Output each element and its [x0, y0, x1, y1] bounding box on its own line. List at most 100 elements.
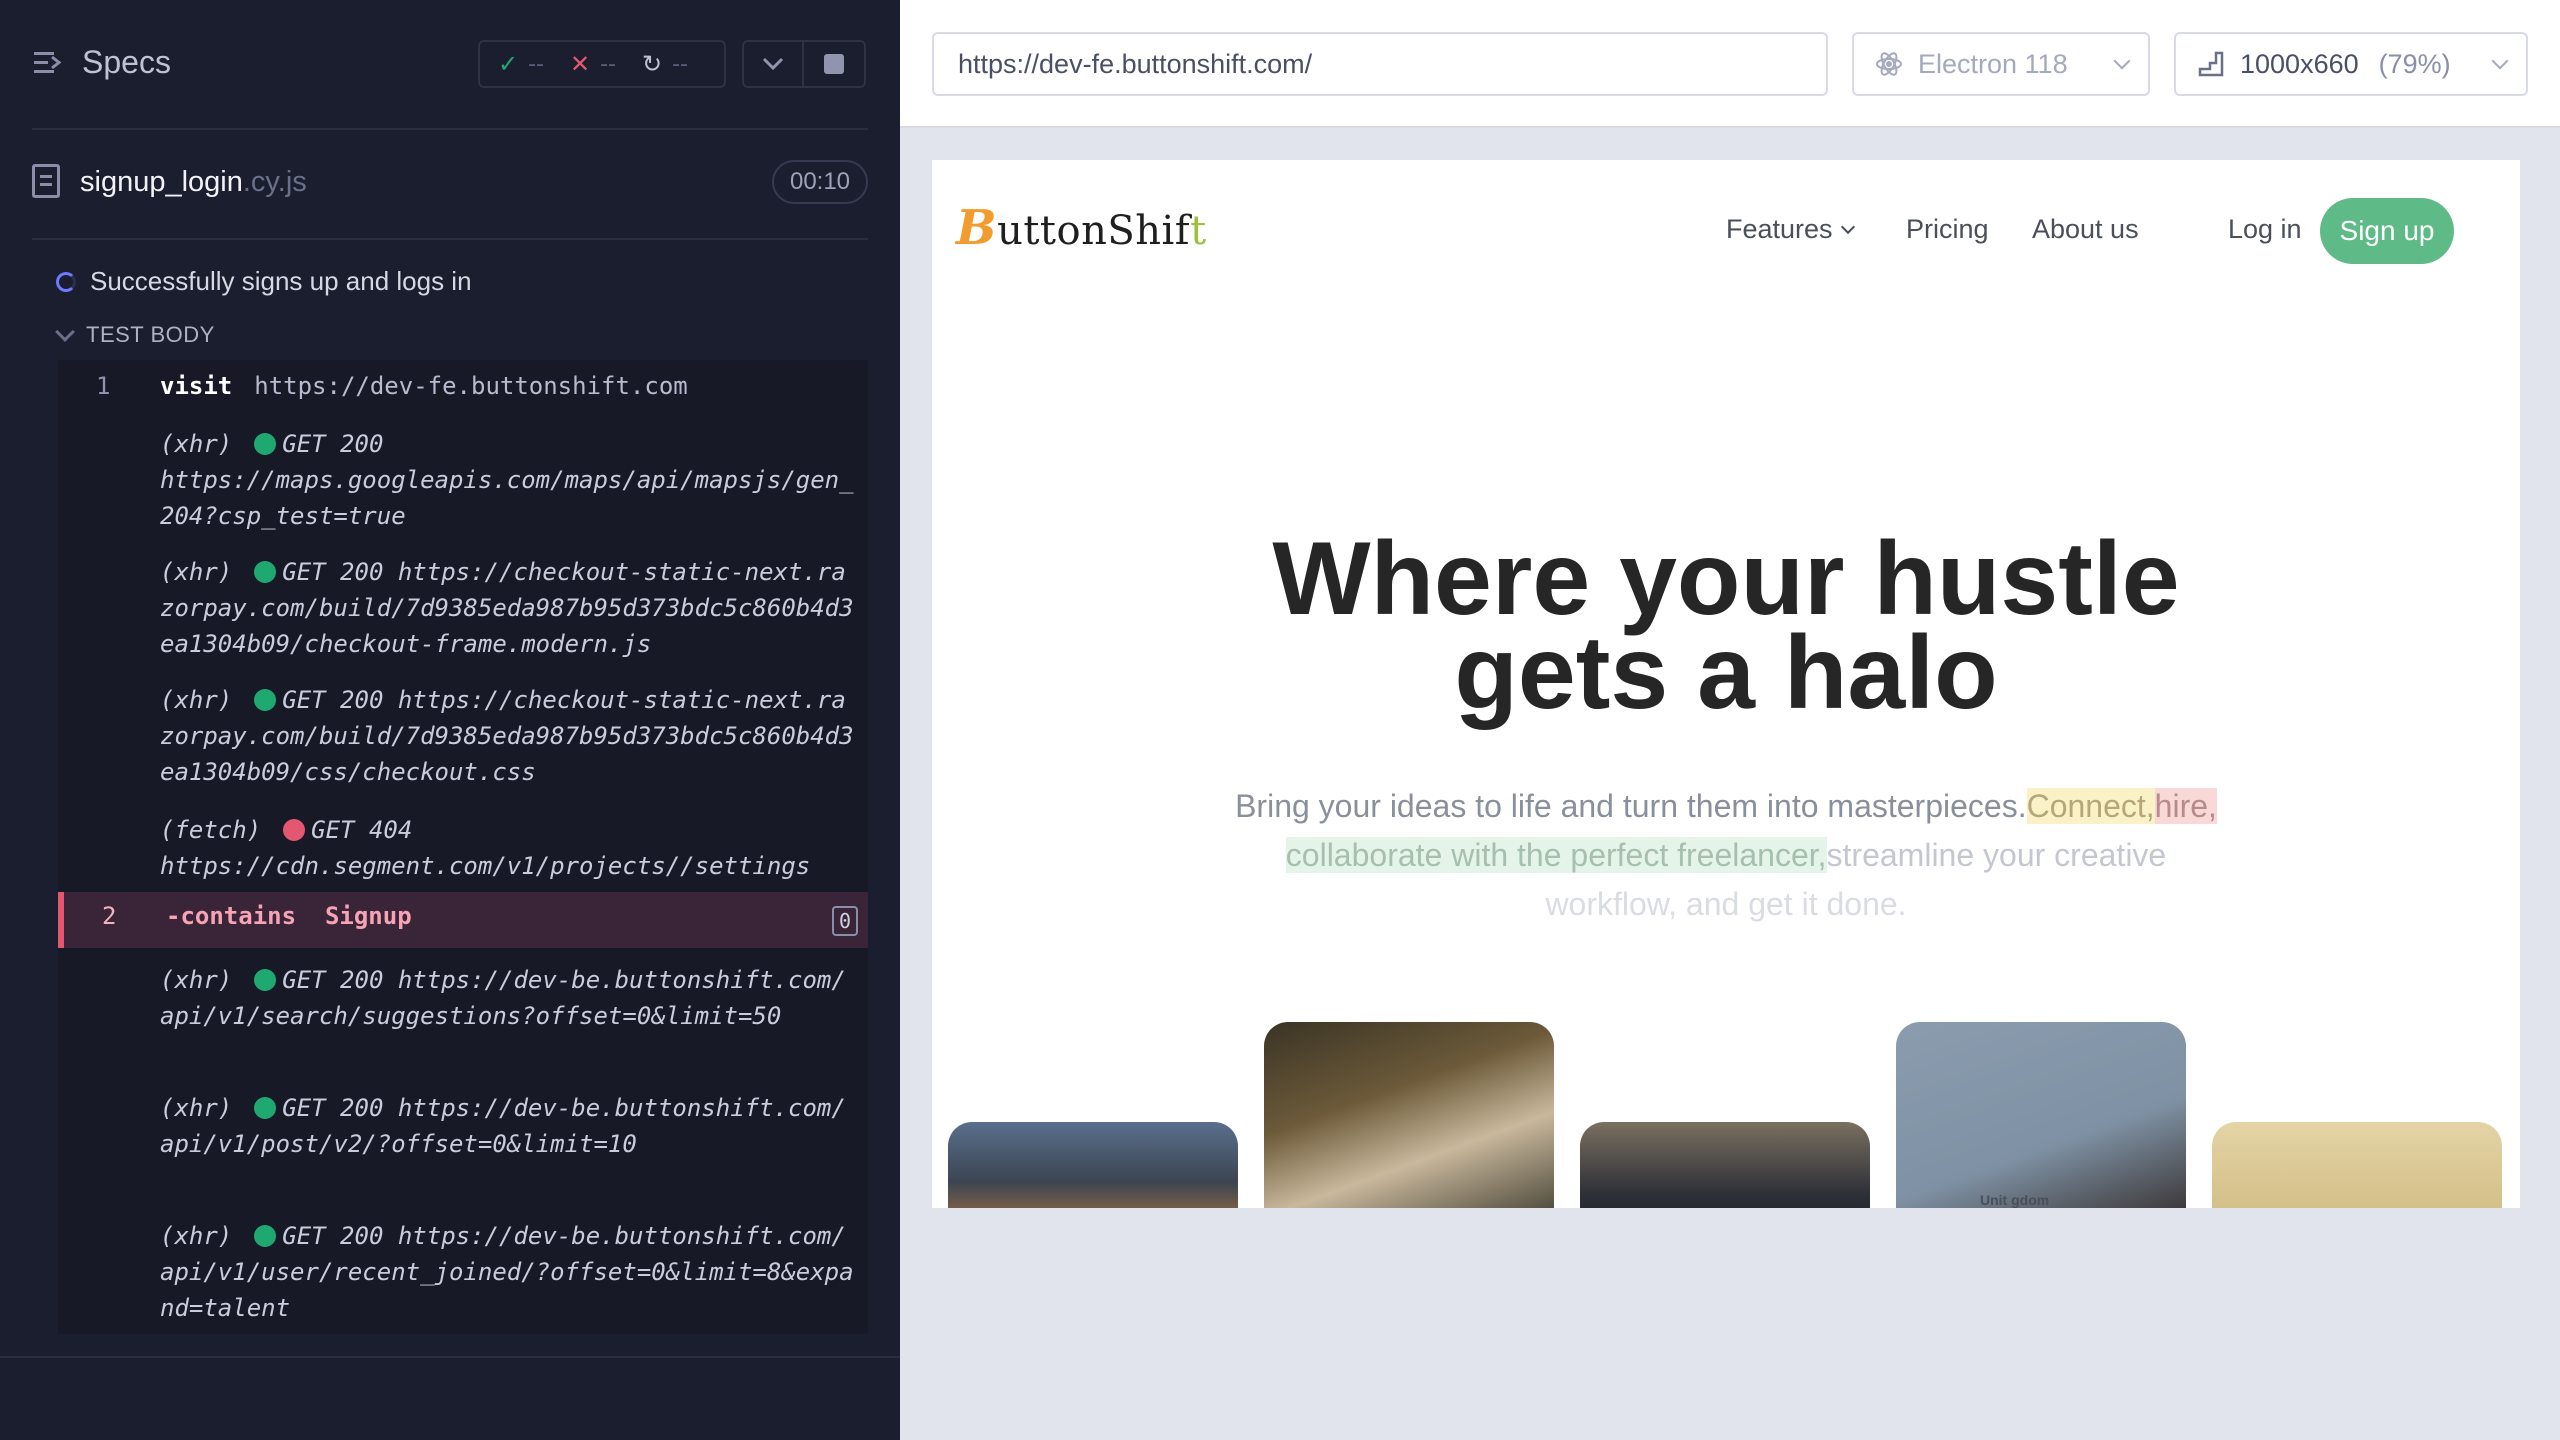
failed-stat: ✕ --: [570, 50, 616, 78]
check-icon: ✓: [498, 50, 519, 78]
request-method: GET 200: [282, 1094, 384, 1122]
showcase-card[interactable]: [948, 1122, 1238, 1208]
showcase-card[interactable]: [1264, 1022, 1554, 1208]
hero-sub-part1: Bring your ideas to life and turn them i…: [1235, 788, 2027, 824]
logo-t: t: [1190, 208, 1207, 254]
request-method: GET 200: [282, 686, 384, 714]
card-caption: Unit gdom: [1980, 1192, 2050, 1208]
divider: [32, 238, 868, 240]
nav-about-us[interactable]: About us: [2032, 214, 2139, 245]
login-link[interactable]: Log in: [2228, 214, 2302, 245]
request-kind: (xhr): [160, 686, 233, 714]
command-name: visit: [160, 372, 233, 400]
nav-pricing[interactable]: Pricing: [1906, 214, 1989, 245]
passed-count: --: [528, 51, 544, 77]
specs-label: Specs: [82, 44, 171, 80]
nav-features-label: Features: [1726, 214, 1833, 244]
success-dot-icon: [254, 433, 277, 455]
divider: [0, 1356, 900, 1358]
spec-file-name: signup_login.cy.js: [80, 166, 307, 199]
stop-icon: [824, 54, 844, 74]
spec-file-row[interactable]: signup_login.cy.js 00:10: [32, 160, 868, 210]
specs-toggle-button[interactable]: Specs: [32, 44, 171, 81]
request-kind: (xhr): [160, 430, 233, 458]
auto-scroll-button[interactable]: [742, 40, 804, 88]
command-count-badge: 0: [832, 906, 858, 936]
command-row[interactable]: 1 visit https://dev-fe.buttonshift.com: [58, 368, 868, 404]
spec-file-ext: .cy.js: [242, 166, 307, 198]
request-method: GET 200: [282, 558, 384, 586]
request-row[interactable]: (xhr) GET 200 https://maps.googleapis.com/…: [160, 426, 860, 534]
request-kind: (xhr): [160, 1222, 233, 1250]
chevron-down-icon: [1840, 219, 1855, 234]
hero-title-line1: Where your hustle: [1272, 521, 2180, 637]
showcase-card[interactable]: [2212, 1122, 2502, 1208]
request-row[interactable]: (fetch) GET 404 https://cdn.segment.com/v1…: [160, 812, 860, 884]
request-method: GET 200: [282, 1222, 384, 1250]
app-iframe: ButtonShift Features Pricing About us Lo…: [932, 160, 2520, 1208]
showcase-card[interactable]: [1580, 1122, 1870, 1208]
test-body-label: TEST BODY: [86, 322, 215, 347]
viewport-scale: (79%): [2378, 48, 2451, 79]
request-kind: (xhr): [160, 966, 233, 994]
signup-button[interactable]: Sign up: [2320, 198, 2454, 264]
document-icon: [32, 164, 60, 198]
electron-icon: [1876, 52, 1902, 76]
success-dot-icon: [254, 969, 277, 991]
command-log: 1 visit https://dev-fe.buttonshift.com (x…: [58, 360, 868, 1334]
aut-header: https://dev-fe.buttonshift.com/ Electron…: [900, 0, 2560, 128]
logo-b: B: [956, 200, 998, 256]
hero-subtitle: Bring your ideas to life and turn them i…: [1212, 782, 2240, 929]
chevron-down-icon: [55, 322, 75, 342]
showcase-card[interactable]: Unit gdom: [1896, 1022, 2186, 1208]
buttonshift-logo[interactable]: ButtonShift: [956, 200, 1207, 256]
request-method: GET 200: [282, 966, 384, 994]
hero-sub-connect: Connect,: [2026, 788, 2155, 824]
success-dot-icon: [254, 1225, 277, 1247]
command-body: -contains Signup: [166, 902, 412, 930]
test-title-row[interactable]: Successfully signs up and logs in: [56, 266, 472, 297]
request-method: GET 404: [311, 816, 413, 844]
spec-file-basename: signup_login: [80, 166, 243, 198]
success-dot-icon: [254, 561, 277, 583]
request-row[interactable]: (xhr) GET 200 https://dev-be.buttonshift.…: [160, 1090, 860, 1162]
divider: [32, 128, 868, 130]
test-body-header[interactable]: TEST BODY: [55, 322, 215, 348]
logo-text: uttonShif: [997, 208, 1191, 254]
url-bar[interactable]: https://dev-fe.buttonshift.com/: [932, 32, 1828, 96]
x-icon: ✕: [570, 50, 591, 78]
request-kind: (xhr): [160, 1094, 233, 1122]
request-url: https://maps.googleapis.com/maps/api/map…: [160, 466, 854, 530]
request-row[interactable]: (xhr) GET 200 https://dev-be.buttonshift.…: [160, 1218, 860, 1326]
viewport-selector[interactable]: 1000x660 (79%): [2174, 32, 2528, 96]
reporter-header: Specs ✓ -- ✕ -- ↻ --: [0, 0, 900, 130]
command-row-active[interactable]: 2 -contains Signup 0: [58, 892, 868, 948]
command-name: -contains: [166, 902, 297, 930]
chevron-down-icon: [762, 57, 784, 71]
pending-circle-icon: ↻: [642, 50, 663, 78]
command-number: 2: [102, 902, 117, 930]
request-row[interactable]: (xhr) GET 200 https://checkout-static-nex…: [160, 682, 860, 790]
hero-title: Where your hustle gets a halo: [932, 521, 2520, 725]
success-dot-icon: [254, 689, 277, 711]
hero-sub-hire: hire,: [2154, 788, 2217, 824]
command-arg: Signup: [324, 902, 412, 930]
command-arg: https://dev-fe.buttonshift.com: [254, 372, 688, 400]
request-url: https://cdn.segment.com/v1/projects//set…: [160, 852, 811, 880]
request-method: GET 200: [282, 430, 384, 458]
nav-features[interactable]: Features: [1726, 214, 1855, 245]
pending-count: --: [672, 51, 688, 77]
test-title: Successfully signs up and logs in: [90, 266, 472, 296]
browser-selector[interactable]: Electron 118: [1852, 32, 2150, 96]
request-kind: (xhr): [160, 558, 233, 586]
request-row[interactable]: (xhr) GET 200 https://checkout-static-nex…: [160, 554, 860, 662]
request-row[interactable]: (xhr) GET 200 https://dev-be.buttonshift.…: [160, 962, 860, 1034]
chevron-down-icon: [2113, 52, 2131, 70]
running-spinner-icon: [56, 271, 76, 292]
viewport-size: 1000x660: [2240, 48, 2359, 79]
ruler-icon: [2198, 51, 2224, 77]
aut-panel: https://dev-fe.buttonshift.com/ Electron…: [900, 0, 2560, 1440]
stop-button[interactable]: [804, 40, 866, 88]
specs-list-icon: [34, 51, 62, 73]
hero-sub-collab: collaborate with the perfect freelancer,: [1285, 837, 1827, 873]
